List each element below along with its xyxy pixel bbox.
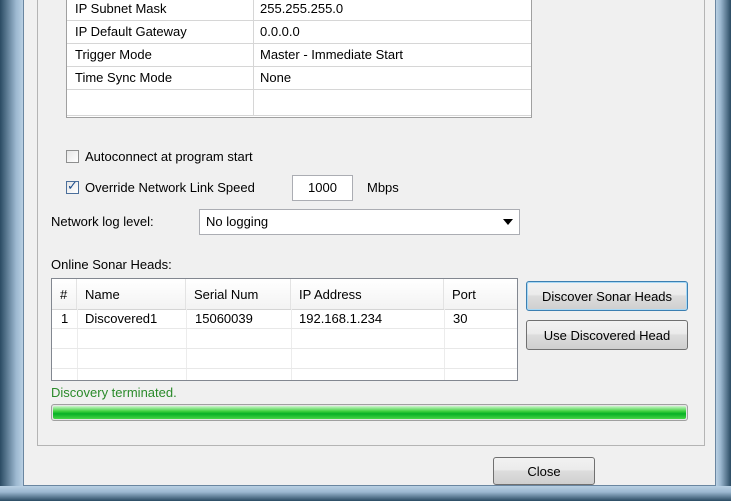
discovery-status-text: Discovery terminated. [51,385,177,400]
property-value: 0.0.0.0 [260,24,300,39]
property-row[interactable]: Time Sync Mode None [67,67,531,90]
dialog-button-bar: Close [24,447,715,485]
online-heads-label: Online Sonar Heads: [51,257,172,272]
chevron-down-icon[interactable] [503,219,513,225]
use-discovered-head-button[interactable]: Use Discovered Head [526,320,688,350]
log-level-select[interactable]: No logging [199,209,520,235]
online-heads-header: # Name Serial Num IP Address Port [52,279,517,310]
cell-number: 1 [61,311,69,326]
link-speed-unit: Mbps [367,180,399,195]
log-level-label: Network log level: [51,214,154,229]
window-frame-bottom [0,486,731,501]
property-row[interactable]: IP Default Gateway 0.0.0.0 [67,21,531,44]
table-row[interactable]: 1 Discovered1 15060039 192.168.1.234 30 [52,309,517,329]
property-value: Master - Immediate Start [260,47,404,62]
progress-fill [53,406,686,419]
property-value: 255.255.255.0 [260,1,344,16]
property-value: None [260,70,292,85]
property-row-empty[interactable] [67,90,531,116]
table-row-empty [52,329,517,349]
autoconnect-checkbox[interactable] [66,150,79,163]
property-key: Time Sync Mode [75,70,173,85]
log-level-value: No logging [206,214,269,229]
cell-port: 30 [453,311,468,326]
discovery-progress-bar [51,404,688,421]
column-header-serial[interactable]: Serial Num [186,279,291,309]
cell-ip: 192.168.1.234 [299,311,383,326]
column-header-name[interactable]: Name [77,279,186,309]
close-button[interactable]: Close [493,457,595,485]
online-heads-list[interactable]: # Name Serial Num IP Address Port 1 Disc… [51,278,518,381]
dialog-client-area: IP Subnet Mask 255.255.255.0 IP Default … [23,0,716,486]
property-key: IP Default Gateway [75,24,187,39]
table-row-empty [52,349,517,369]
link-speed-input[interactable]: 1000 [292,175,353,201]
discover-sonar-heads-button[interactable]: Discover Sonar Heads [526,281,688,311]
property-key: IP Subnet Mask [75,1,167,16]
cell-name: Discovered1 [85,311,158,326]
column-header-port[interactable]: Port [444,279,517,309]
property-row[interactable]: Trigger Mode Master - Immediate Start [67,44,531,67]
override-link-speed-checkbox[interactable] [66,179,79,194]
property-row[interactable]: IP Subnet Mask 255.255.255.0 [67,0,531,21]
window-frame-left [0,0,23,501]
property-key: Trigger Mode [75,47,152,62]
column-header-ip[interactable]: IP Address [291,279,444,309]
cell-serial: 15060039 [195,311,253,326]
override-link-speed-label[interactable]: Override Network Link Speed [85,180,255,195]
column-header-number[interactable]: # [52,279,77,309]
properties-grid[interactable]: IP Subnet Mask 255.255.255.0 IP Default … [66,0,532,118]
settings-panel: IP Subnet Mask 255.255.255.0 IP Default … [37,0,705,446]
autoconnect-label[interactable]: Autoconnect at program start [85,149,253,164]
window-frame-right [716,0,731,501]
